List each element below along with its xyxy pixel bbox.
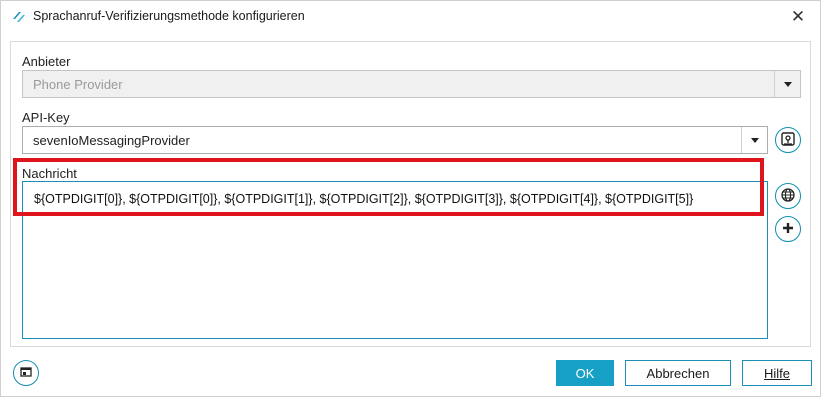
- window-icon: [18, 364, 34, 383]
- window-title: Sprachanruf-Verifizierungsmethode konfig…: [33, 9, 305, 23]
- chevron-down-icon: [750, 137, 759, 143]
- api-key-dropdown-button[interactable]: [741, 127, 767, 153]
- provider-dropdown-button: [774, 71, 800, 97]
- message-textarea[interactable]: ${OTPDIGIT[0]}, ${OTPDIGIT[0]}, ${OTPDIG…: [22, 181, 768, 339]
- message-label: Nachricht: [22, 166, 77, 181]
- provider-select: Phone Provider: [22, 70, 801, 98]
- message-text[interactable]: ${OTPDIGIT[0]}, ${OTPDIGIT[0]}, ${OTPDIG…: [34, 192, 693, 206]
- globe-icon: [780, 187, 796, 206]
- dialog-window: Sprachanruf-Verifizierungsmethode konfig…: [0, 0, 821, 397]
- add-button[interactable]: [775, 216, 801, 242]
- cancel-button[interactable]: Abbrechen: [625, 360, 731, 386]
- api-key-select[interactable]: sevenIoMessagingProvider: [22, 126, 768, 154]
- insert-placeholder-button[interactable]: [775, 183, 801, 209]
- help-button[interactable]: Hilfe: [742, 360, 812, 386]
- close-icon: ✕: [790, 7, 806, 26]
- api-key-label: API-Key: [22, 110, 70, 125]
- chevron-down-icon: [783, 81, 792, 87]
- app-logo-icon: [11, 9, 27, 25]
- plus-icon: [781, 221, 795, 238]
- key-dialog-icon: [780, 131, 796, 150]
- ok-button[interactable]: OK: [556, 360, 614, 386]
- api-key-value: sevenIoMessagingProvider: [33, 133, 190, 148]
- window-options-button[interactable]: [13, 360, 39, 386]
- api-key-settings-button[interactable]: [775, 127, 801, 153]
- provider-value: Phone Provider: [33, 77, 123, 92]
- close-button[interactable]: ✕: [776, 1, 820, 33]
- provider-label: Anbieter: [22, 54, 71, 69]
- title-bar: Sprachanruf-Verifizierungsmethode konfig…: [1, 1, 820, 33]
